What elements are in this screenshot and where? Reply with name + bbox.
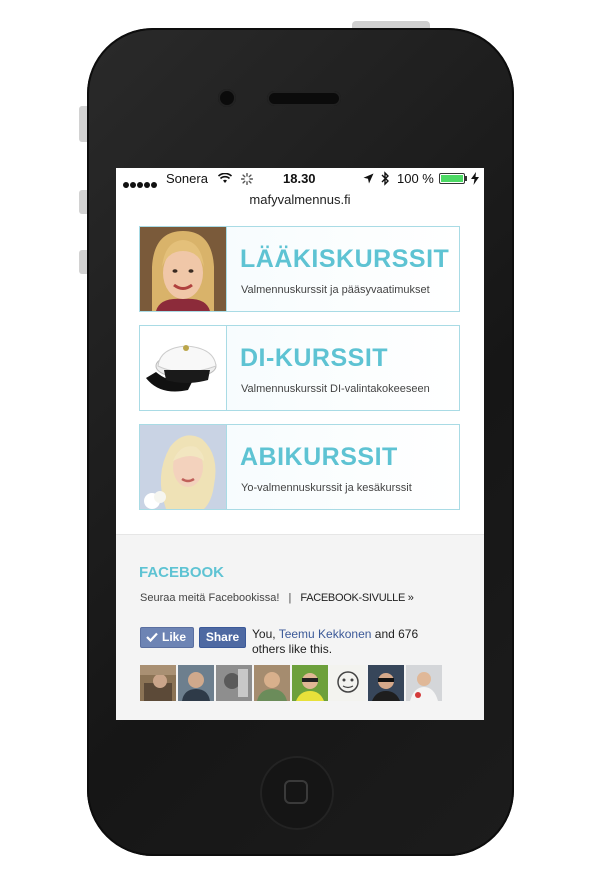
friend-avatar[interactable]	[178, 665, 214, 701]
activity-spinner-icon	[241, 173, 253, 185]
status-bar: Sonera 18.30 100 %	[116, 168, 484, 190]
battery-tip	[465, 176, 467, 181]
course-subtitle: Yo-valmennuskurssit ja kesäkurssit	[241, 482, 412, 494]
facebook-section: FACEBOOK Seuraa meitä Facebookissa! | FA…	[116, 534, 484, 720]
bluetooth-icon	[381, 171, 389, 186]
facebook-like-button[interactable]: Like	[140, 627, 194, 648]
course-list: LÄÄKISKURSSIT Valmennuskurssit ja pääsyv…	[116, 214, 484, 534]
course-subtitle: Valmennuskurssit DI-valintakokeeseen	[241, 383, 430, 395]
course-title: DI-KURSSIT	[240, 344, 389, 372]
like-count-text: You, Teemu Kekkonen and 676 others like …	[252, 627, 452, 657]
facebook-share-button[interactable]: Share	[199, 627, 246, 648]
friend-avatar[interactable]	[368, 665, 404, 701]
friend-name-link[interactable]: Teemu Kekkonen	[279, 627, 372, 641]
abi-thumbnail	[140, 425, 227, 509]
clock: 18.30	[283, 171, 316, 186]
share-label: Share	[205, 630, 240, 644]
course-title: ABIKURSSIT	[240, 443, 398, 471]
battery-icon	[439, 173, 465, 184]
front-camera	[218, 89, 236, 107]
friend-avatar[interactable]	[140, 665, 176, 701]
course-title: LÄÄKISKURSSIT	[240, 245, 450, 273]
like-label: Like	[162, 630, 187, 644]
home-button[interactable]	[260, 756, 334, 830]
laakis-thumbnail	[140, 227, 227, 311]
friend-avatar[interactable]	[216, 665, 252, 701]
home-square-icon	[284, 780, 308, 804]
thumbs-up-icon	[146, 632, 158, 643]
location-arrow-icon	[363, 173, 374, 184]
di-thumbnail	[140, 326, 227, 410]
friend-avatar[interactable]	[254, 665, 290, 701]
course-card-abi[interactable]: ABIKURSSIT Yo-valmennuskurssit ja kesäku…	[139, 424, 460, 510]
social-prefix: You,	[252, 627, 279, 641]
course-card-laakis[interactable]: LÄÄKISKURSSIT Valmennuskurssit ja pääsyv…	[139, 226, 460, 312]
separator: |	[288, 592, 292, 604]
earpiece-speaker	[267, 91, 341, 106]
course-card-di[interactable]: DI-KURSSIT Valmennuskurssit DI-valintako…	[139, 325, 460, 411]
charging-bolt-icon	[471, 172, 479, 185]
wifi-icon	[218, 173, 232, 183]
phone-screen: Sonera 18.30 100 % mafyvalmennus.fi LÄÄK…	[116, 168, 484, 720]
battery-percentage: 100 %	[397, 171, 434, 186]
friend-avatar[interactable]	[330, 665, 366, 701]
carrier-name: Sonera	[166, 171, 208, 186]
facebook-heading: FACEBOOK	[139, 564, 225, 581]
friend-avatar[interactable]	[406, 665, 442, 701]
follow-text: Seuraa meitä Facebookissa!	[140, 592, 280, 604]
friend-avatar[interactable]	[292, 665, 328, 701]
url-text: mafyvalmennus.fi	[249, 192, 351, 207]
facebook-follow-line: Seuraa meitä Facebookissa! | FACEBOOK-SI…	[140, 592, 414, 604]
facebook-page-link[interactable]: FACEBOOK-SIVULLE »	[300, 592, 414, 604]
address-bar[interactable]: mafyvalmennus.fi	[116, 190, 484, 215]
signal-strength-icon	[123, 176, 158, 191]
course-subtitle: Valmennuskurssit ja pääsyvaatimukset	[241, 284, 430, 296]
